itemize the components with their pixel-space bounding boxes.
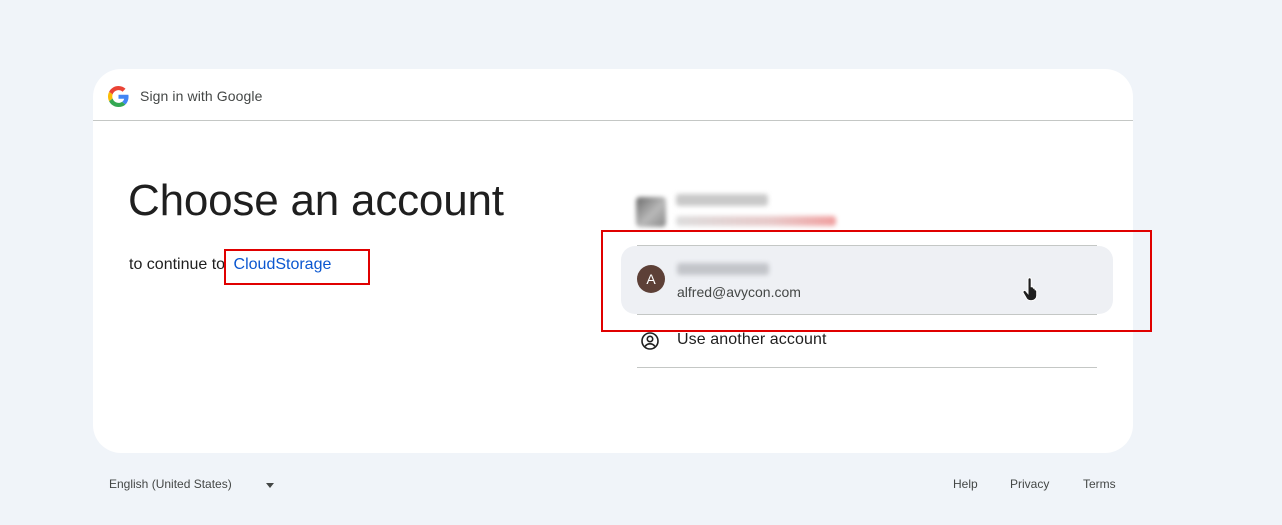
page: Sign in with Google Choose an account to…	[0, 0, 1282, 525]
use-another-account-button[interactable]: Use another account	[637, 325, 1097, 357]
footer-link-help[interactable]: Help	[953, 477, 978, 491]
divider	[637, 367, 1097, 368]
page-title: Choose an account	[128, 176, 504, 225]
avatar	[636, 197, 666, 227]
account-name-obscured	[677, 263, 769, 275]
chevron-down-icon[interactable]	[266, 483, 274, 488]
account-item-obscured[interactable]	[636, 190, 1096, 240]
hand-pointer-cursor-icon	[1021, 277, 1043, 302]
subtitle-prefix: to continue to	[129, 256, 226, 273]
header-title: Sign in with Google	[140, 88, 263, 104]
avatar: A	[637, 265, 665, 293]
footer-link-privacy[interactable]: Privacy	[1010, 477, 1049, 491]
account-item-alfred[interactable]: A alfred@avycon.com	[621, 246, 1113, 314]
language-select[interactable]: English (United States)	[109, 477, 232, 491]
account-email: alfred@avycon.com	[677, 284, 801, 300]
app-name-link[interactable]: CloudStorage	[234, 256, 332, 273]
account-name-obscured	[676, 194, 768, 206]
use-another-account-label: Use another account	[677, 331, 827, 348]
google-logo-icon	[108, 86, 129, 107]
subtitle: to continue to CloudStorage	[129, 256, 331, 274]
account-email-obscured	[676, 216, 836, 226]
account-circle-icon	[641, 332, 659, 350]
footer-link-terms[interactable]: Terms	[1083, 477, 1116, 491]
card-header: Sign in with Google	[93, 69, 1133, 121]
divider	[637, 314, 1097, 315]
